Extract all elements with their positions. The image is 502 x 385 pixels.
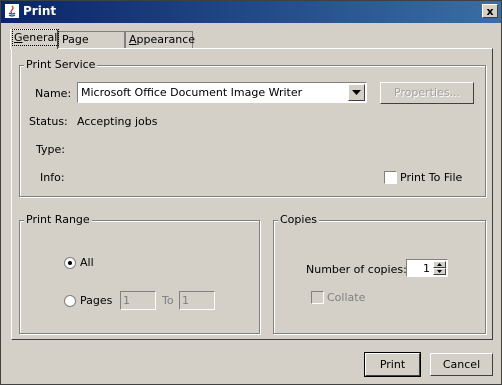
- chevron-down-icon: [437, 270, 442, 273]
- info-label: Info:: [40, 171, 65, 184]
- status-label: Status:: [29, 115, 68, 128]
- tab-appearance[interactable]: Appearance: [125, 31, 196, 48]
- printer-name-value: Microsoft Office Document Image Writer: [81, 86, 303, 99]
- collate-label[interactable]: Collate: [327, 291, 365, 304]
- spinner-up-button[interactable]: [433, 261, 446, 268]
- pages-from-field[interactable]: 1: [120, 291, 156, 310]
- properties-button[interactable]: Properties...: [380, 82, 474, 104]
- print-to-file-label[interactable]: Print To File: [400, 171, 462, 184]
- number-of-copies-label: Number of copies:: [306, 263, 407, 276]
- cancel-button[interactable]: Cancel: [430, 353, 493, 376]
- tab-general[interactable]: General: [10, 29, 60, 49]
- pages-label[interactable]: Pages: [80, 294, 112, 307]
- window-title: Print: [23, 4, 57, 18]
- status-value: Accepting jobs: [77, 115, 158, 128]
- print-to-file-checkbox[interactable]: [384, 171, 397, 184]
- chevron-up-icon: [437, 263, 442, 266]
- print-dialog: Print x General Page Setup Appearance Pr…: [0, 0, 502, 385]
- all-label[interactable]: All: [80, 256, 94, 269]
- print-range-group: Print Range All Pages 1 To 1: [19, 213, 260, 334]
- printer-name-select[interactable]: Microsoft Office Document Image Writer: [77, 82, 367, 103]
- copies-spinner[interactable]: 1: [406, 259, 448, 277]
- print-button[interactable]: Print: [364, 352, 421, 377]
- print-service-group: Print Service Name: Microsoft Office Doc…: [19, 58, 486, 197]
- chevron-down-icon: [352, 90, 361, 95]
- all-radio[interactable]: [64, 257, 76, 269]
- pages-radio[interactable]: [64, 295, 76, 307]
- to-label: To: [162, 294, 174, 307]
- tab-appearance-label: Appearance: [129, 33, 196, 46]
- java-app-icon: [5, 4, 19, 18]
- copies-group: Copies Number of copies: 1 Collate: [273, 213, 486, 334]
- print-range-title: Print Range: [24, 213, 92, 226]
- close-icon: x: [486, 5, 494, 18]
- title-bar[interactable]: Print x: [1, 1, 501, 23]
- copies-title: Copies: [278, 213, 319, 226]
- tab-general-label: General: [11, 29, 60, 46]
- dropdown-arrow-button[interactable]: [348, 84, 365, 101]
- name-label: Name:: [35, 87, 72, 100]
- print-service-title: Print Service: [24, 58, 98, 71]
- close-button[interactable]: x: [482, 4, 498, 18]
- spinner-down-button[interactable]: [433, 268, 446, 275]
- tab-page-setup[interactable]: Page Setup: [58, 31, 125, 62]
- pages-to-field[interactable]: 1: [179, 291, 215, 310]
- radio-selected-dot: [68, 261, 72, 265]
- copies-value: 1: [423, 262, 430, 275]
- general-tab-panel: Print Service Name: Microsoft Office Doc…: [11, 48, 493, 340]
- type-label: Type:: [36, 143, 65, 156]
- collate-checkbox[interactable]: [311, 291, 324, 304]
